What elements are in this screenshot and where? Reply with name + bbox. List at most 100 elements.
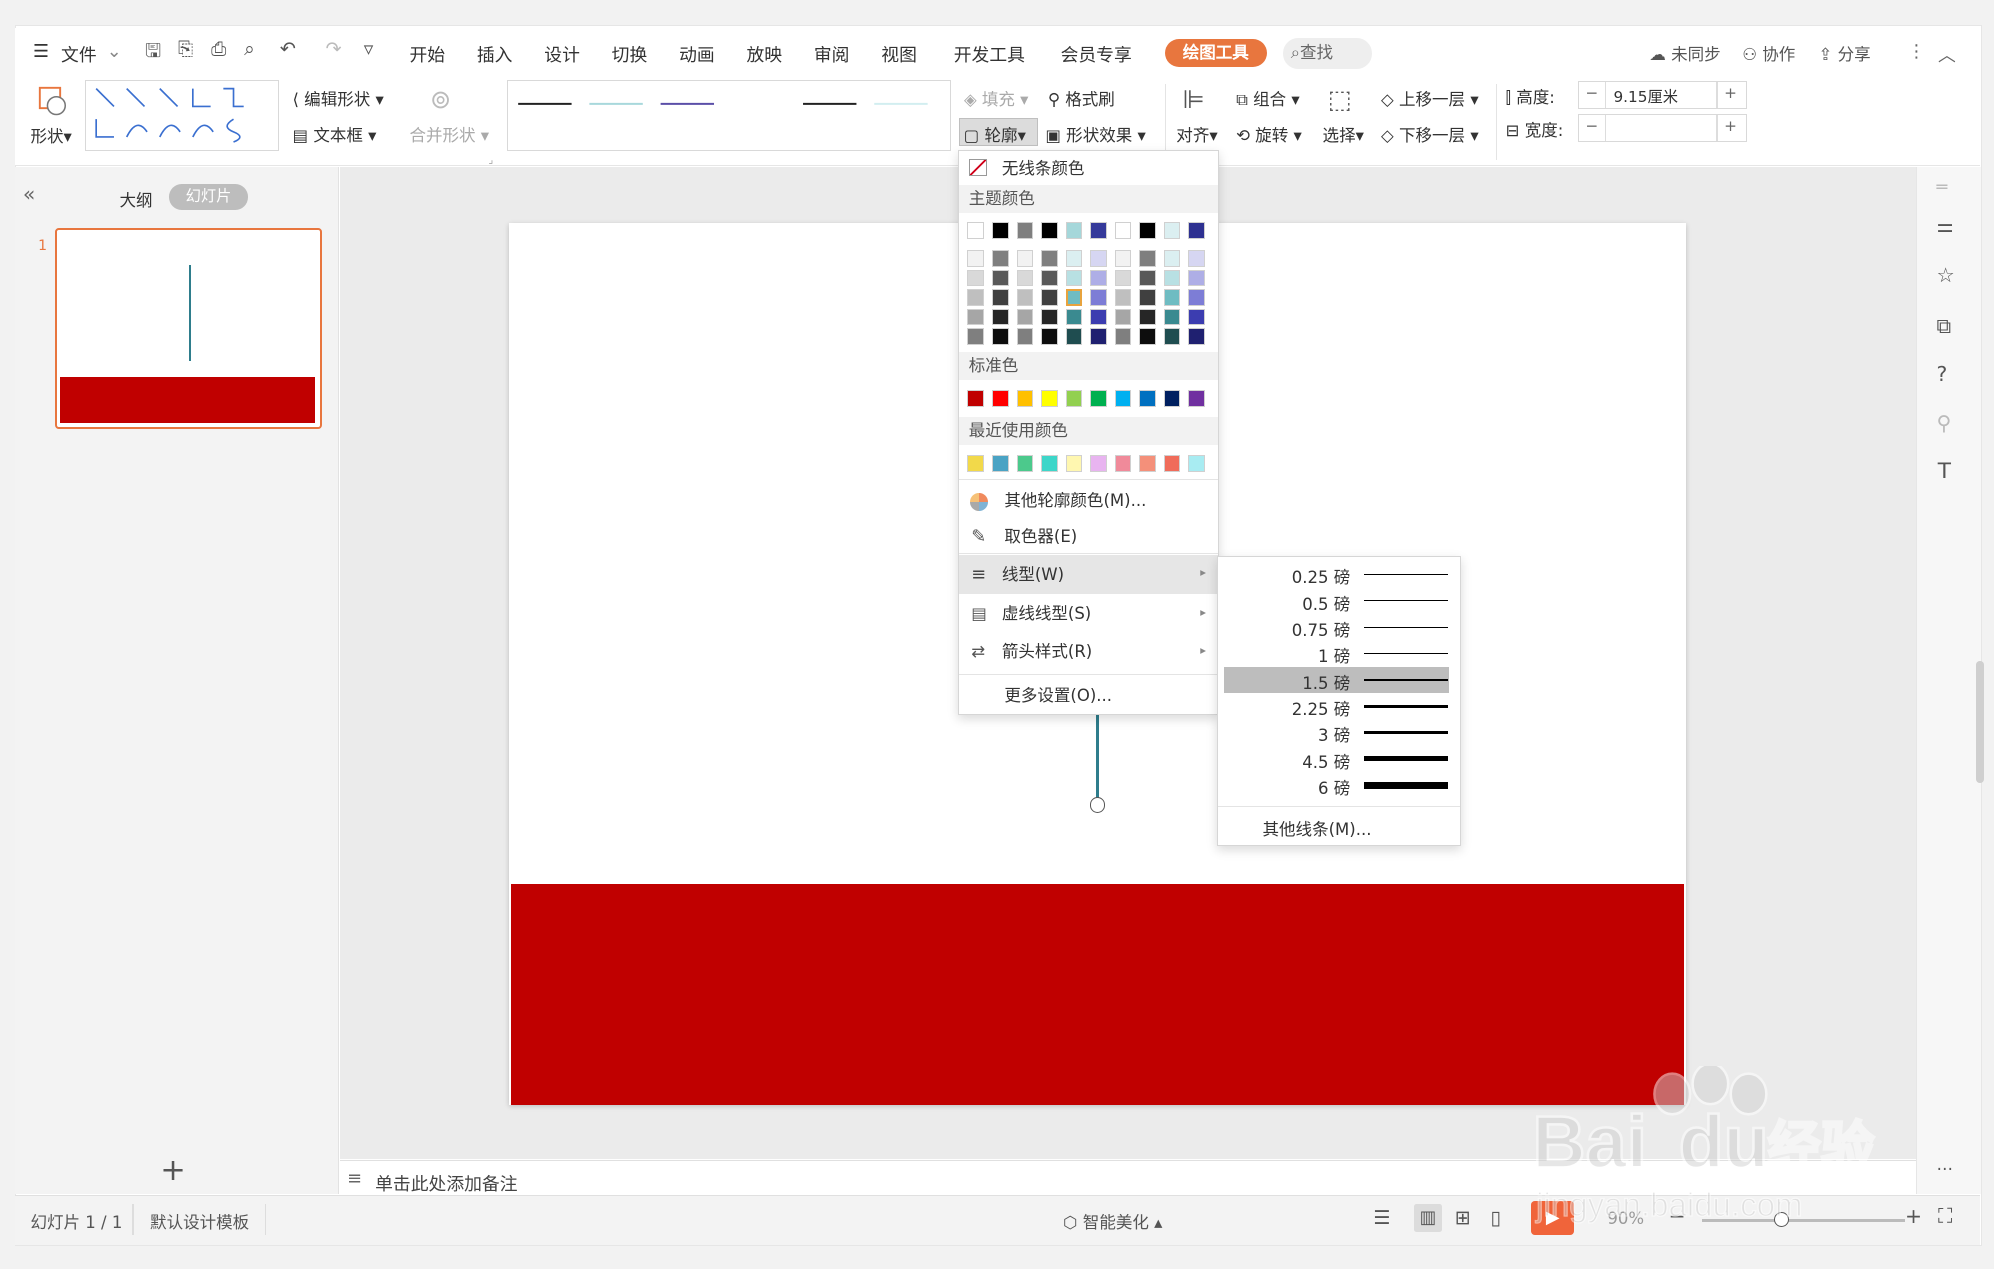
- search-box[interactable]: ⌕查找: [1283, 38, 1373, 69]
- theme-shade-swatch[interactable]: [967, 250, 984, 267]
- no-line-color-item[interactable]: 无线条颜色: [959, 151, 1218, 187]
- line-weight-option[interactable]: 4.5 磅: [1218, 746, 1460, 772]
- theme-shade-swatch[interactable]: [1065, 308, 1083, 326]
- sorter-view-icon[interactable]: ⊞: [1455, 1207, 1471, 1229]
- theme-shade-swatch[interactable]: [1188, 328, 1205, 345]
- share-button[interactable]: ⇪ 分享: [1819, 41, 1871, 65]
- line-weight-option[interactable]: 2.25 磅: [1218, 693, 1460, 719]
- more-lines-item[interactable]: 其他线条(M)...: [1263, 816, 1372, 840]
- line-weight-option[interactable]: 0.75 磅: [1218, 614, 1460, 640]
- standard-color-swatch[interactable]: [1016, 390, 1034, 407]
- align-button[interactable]: 对齐▾: [1176, 122, 1217, 146]
- theme-color-swatch[interactable]: [967, 222, 984, 239]
- theme-color-swatch[interactable]: [1163, 222, 1181, 239]
- tab-transition[interactable]: 切换: [612, 41, 648, 67]
- tab-outline[interactable]: 大纲: [120, 187, 153, 211]
- reading-view-icon[interactable]: ▯: [1490, 1207, 1501, 1229]
- normal-view-icon[interactable]: ▥: [1414, 1204, 1443, 1232]
- standard-color-swatch[interactable]: [1114, 390, 1132, 407]
- tab-drawing-tools[interactable]: 绘图工具: [1164, 39, 1267, 68]
- theme-color-swatch[interactable]: [1041, 222, 1058, 239]
- edit-shape-button[interactable]: ⟨ 编辑形状 ▾: [292, 86, 383, 110]
- more-outline-colors-item[interactable]: 其他轮廓颜色(M)...: [959, 483, 1218, 519]
- eyedropper-item[interactable]: ✎ 取色器(E): [959, 519, 1218, 555]
- more-horiz-icon[interactable]: ⋯: [1937, 1159, 1954, 1178]
- line-weight-option[interactable]: 3 磅: [1218, 720, 1460, 745]
- copy-slide-icon[interactable]: ⧉: [1937, 314, 1952, 339]
- dash-type-item[interactable]: ▤ 虚线线型(S) ▸: [959, 595, 1218, 633]
- hamburger-icon[interactable]: ☰: [33, 41, 49, 62]
- properties-icon[interactable]: ⚌: [1937, 215, 1954, 237]
- recent-color-swatch[interactable]: [1065, 454, 1083, 472]
- theme-shade-swatch[interactable]: [992, 289, 1009, 306]
- line-weight-option[interactable]: 1.5 磅: [1224, 667, 1450, 693]
- theme-shade-swatch[interactable]: [1114, 250, 1132, 267]
- tab-home[interactable]: 开始: [409, 41, 445, 67]
- theme-shade-swatch[interactable]: [1090, 328, 1107, 345]
- theme-shade-swatch[interactable]: [1188, 308, 1205, 326]
- theme-shade-swatch[interactable]: [1016, 250, 1034, 267]
- recent-color-swatch[interactable]: [1016, 454, 1034, 472]
- lightbulb-icon[interactable]: ⚲: [1937, 411, 1952, 435]
- collab-button[interactable]: ⚇ 协作: [1742, 41, 1795, 65]
- theme-shade-swatch[interactable]: [1114, 308, 1132, 326]
- theme-shade-swatch[interactable]: [1114, 289, 1132, 306]
- theme-shade-swatch[interactable]: [1114, 269, 1132, 287]
- standard-color-swatch[interactable]: [1163, 390, 1181, 407]
- theme-shade-swatch[interactable]: [967, 269, 984, 287]
- theme-shade-swatch[interactable]: [967, 308, 984, 326]
- recent-color-swatch[interactable]: [1090, 454, 1107, 472]
- height-field[interactable]: − 9.15厘米 +: [1578, 81, 1747, 109]
- line-type-item[interactable]: ≡ 线型(W) ▸: [958, 555, 1218, 594]
- theme-shade-swatch[interactable]: [1139, 328, 1156, 345]
- customize-icon[interactable]: ▿: [364, 38, 374, 60]
- more-settings-item[interactable]: 更多设置(O)...: [959, 678, 1218, 714]
- height-decrease[interactable]: −: [1586, 84, 1599, 102]
- shape-gallery[interactable]: [85, 80, 268, 151]
- theme-shade-swatch[interactable]: [1041, 289, 1058, 306]
- tab-view[interactable]: 视图: [881, 41, 917, 67]
- theme-shade-swatch[interactable]: [1065, 250, 1083, 267]
- tab-slideshow[interactable]: 放映: [746, 41, 782, 67]
- animation-star-icon[interactable]: ☆: [1937, 263, 1955, 287]
- tab-insert[interactable]: 插入: [477, 41, 513, 67]
- text-format-icon[interactable]: T: [1938, 459, 1951, 484]
- theme-shade-swatch[interactable]: [1065, 328, 1083, 345]
- sync-status[interactable]: ☁ 未同步: [1649, 41, 1720, 65]
- selected-line-shape[interactable]: [1096, 713, 1099, 800]
- theme-color-swatch[interactable]: [992, 222, 1009, 239]
- width-increase[interactable]: +: [1724, 117, 1737, 135]
- theme-color-swatch[interactable]: [1188, 222, 1205, 239]
- arrow-style-item[interactable]: ⇄ 箭头样式(R) ▸: [959, 633, 1218, 671]
- line-weight-option[interactable]: 6 磅: [1218, 772, 1460, 798]
- recent-color-swatch[interactable]: [1139, 454, 1156, 472]
- standard-color-swatch[interactable]: [1065, 390, 1083, 407]
- theme-shade-swatch[interactable]: [1139, 269, 1156, 287]
- line-weight-option[interactable]: 1 磅: [1218, 641, 1460, 666]
- theme-shade-swatch[interactable]: [1090, 269, 1107, 287]
- recent-color-swatch[interactable]: [1041, 454, 1058, 472]
- recent-color-swatch[interactable]: [1114, 454, 1132, 472]
- standard-color-swatch[interactable]: [1139, 390, 1156, 407]
- vertical-scrollbar[interactable]: [1900, 178, 1913, 1132]
- theme-shade-swatch[interactable]: [1114, 328, 1132, 345]
- theme-shade-swatch[interactable]: [1188, 250, 1205, 267]
- chevron-down-icon[interactable]: ⌄: [107, 41, 122, 62]
- outline-button[interactable]: ▢ 轮廓▾: [958, 118, 1038, 147]
- theme-shade-swatch[interactable]: [1016, 308, 1034, 326]
- tab-design[interactable]: 设计: [544, 41, 580, 67]
- shape-button[interactable]: 形状▾: [31, 123, 72, 147]
- print-icon[interactable]: ⎙: [211, 38, 226, 60]
- theme-shade-swatch[interactable]: [1163, 328, 1181, 345]
- tab-animation[interactable]: 动画: [679, 41, 715, 67]
- theme-color-swatch[interactable]: [1114, 222, 1132, 239]
- send-backward-button[interactable]: ◇ 下移一层 ▾: [1381, 122, 1479, 146]
- recent-color-swatch[interactable]: [1188, 454, 1205, 472]
- theme-shade-swatch[interactable]: [1188, 289, 1205, 306]
- add-slide-button[interactable]: +: [160, 1153, 186, 1188]
- line-style-gallery[interactable]: [507, 80, 940, 151]
- theme-shade-swatch[interactable]: [992, 328, 1009, 345]
- theme-shade-swatch[interactable]: [1139, 250, 1156, 267]
- theme-shade-swatch[interactable]: [1016, 328, 1034, 345]
- smart-beautify-button[interactable]: ⬡ 智能美化 ▴: [1063, 1209, 1162, 1233]
